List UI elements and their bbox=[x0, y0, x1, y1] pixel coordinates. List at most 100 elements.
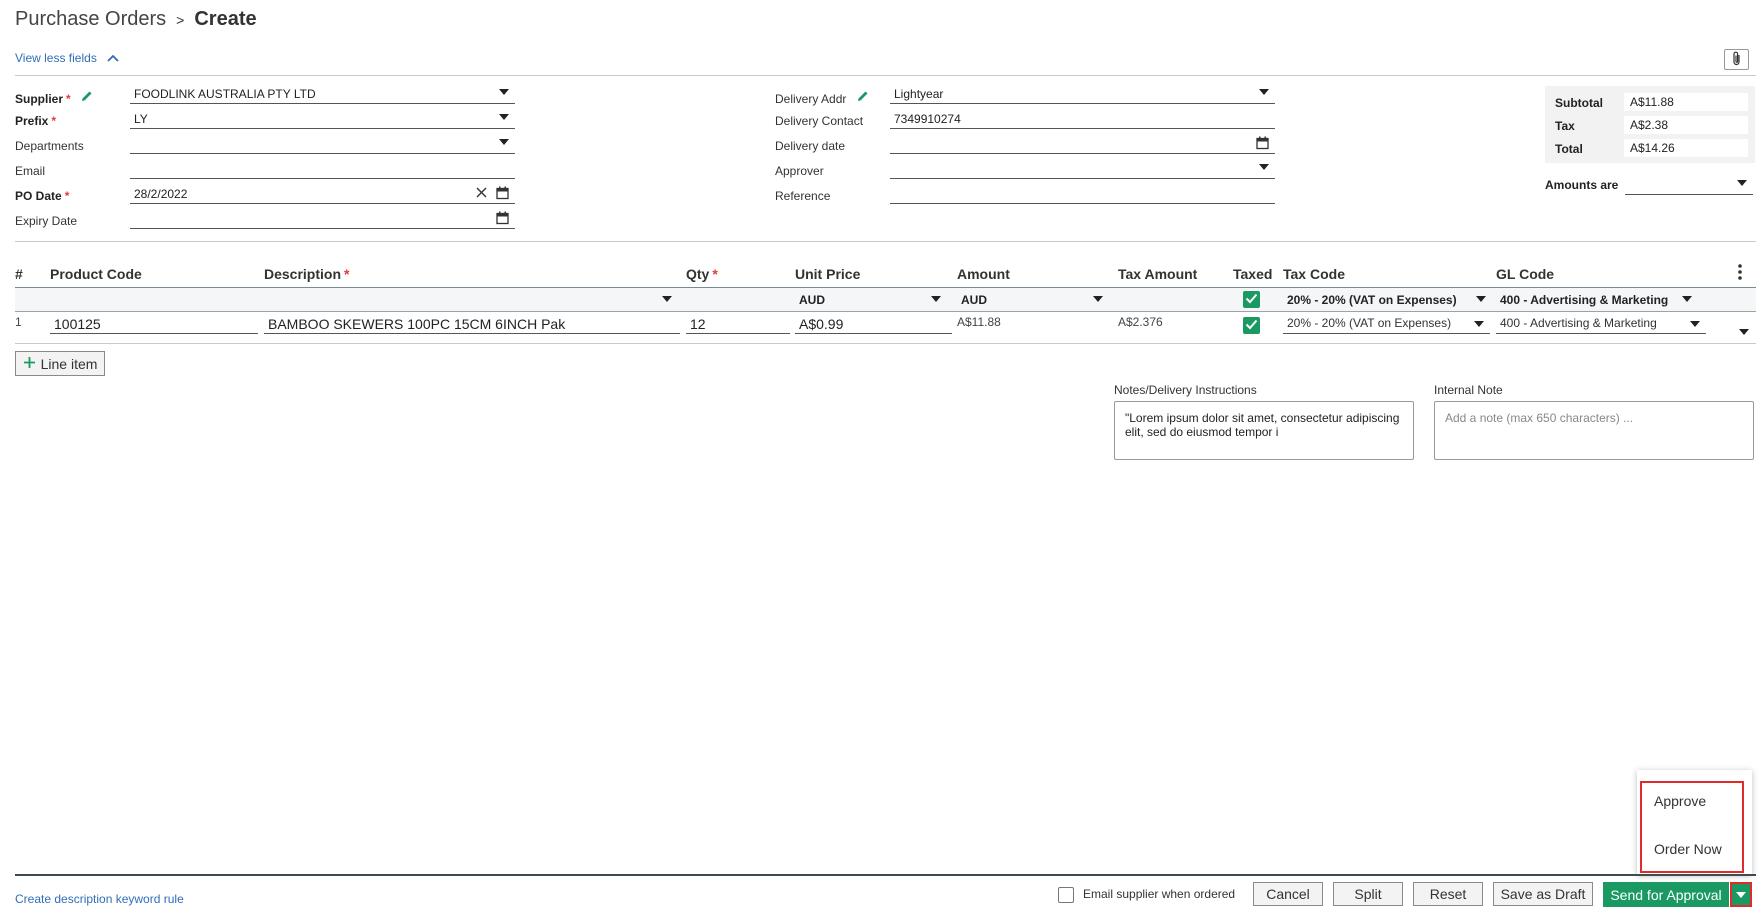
internal-note-label: Internal Note bbox=[1434, 383, 1503, 397]
order-now-menu-item[interactable]: Order Now bbox=[1654, 841, 1722, 857]
caret-down-icon bbox=[1259, 164, 1269, 170]
description-input[interactable]: BAMBOO SKEWERS 100PC 15CM 6INCH Pak bbox=[264, 313, 680, 334]
col-header-taxed: Taxed bbox=[1233, 266, 1273, 282]
col-header-product-code: Product Code bbox=[50, 266, 142, 282]
product-code-input[interactable]: 100125 bbox=[50, 313, 258, 334]
calendar-icon[interactable] bbox=[496, 211, 509, 228]
subtotal-label: Subtotal bbox=[1555, 96, 1603, 110]
caret-down-icon bbox=[1739, 329, 1749, 335]
page-title: Create bbox=[194, 8, 257, 30]
caret-down-icon bbox=[1690, 321, 1700, 327]
departments-select[interactable] bbox=[130, 134, 515, 154]
create-keyword-rule-link[interactable]: Create description keyword rule bbox=[15, 892, 184, 906]
col-header-gl-code: GL Code bbox=[1496, 266, 1555, 282]
caret-down-icon bbox=[1737, 180, 1747, 186]
caret-down-icon bbox=[1682, 296, 1692, 302]
internal-note-textarea[interactable]: Add a note (max 650 characters) ... bbox=[1434, 401, 1754, 460]
reset-button[interactable]: Reset bbox=[1413, 882, 1483, 906]
attach-button[interactable] bbox=[1724, 49, 1749, 70]
caret-down-icon bbox=[1474, 321, 1484, 327]
caret-down-icon bbox=[499, 114, 509, 120]
row-expand-button[interactable] bbox=[1739, 324, 1749, 338]
calendar-icon[interactable] bbox=[496, 186, 509, 203]
tax-code-select[interactable]: 20% - 20% (VAT on Expenses) bbox=[1283, 313, 1490, 334]
description-default-select[interactable] bbox=[264, 287, 676, 312]
kebab-icon[interactable] bbox=[1737, 263, 1743, 284]
caret-down-icon bbox=[499, 89, 509, 95]
expiry-date-label: Expiry Date bbox=[15, 214, 78, 228]
departments-label: Departments bbox=[15, 139, 84, 153]
taxed-checkbox[interactable] bbox=[1243, 317, 1260, 334]
send-for-approval-button[interactable]: Send for Approval bbox=[1603, 882, 1729, 907]
total-value: A$14.26 bbox=[1624, 139, 1748, 157]
add-line-item-label: Line item bbox=[40, 355, 98, 372]
taxed-default-checkbox[interactable] bbox=[1243, 291, 1260, 308]
checkmark-icon bbox=[1245, 293, 1258, 307]
po-date-field[interactable]: 28/2/2022 bbox=[130, 184, 515, 204]
reference-field[interactable] bbox=[890, 184, 1275, 204]
qty-input[interactable]: 12 bbox=[686, 313, 790, 334]
split-button[interactable]: Split bbox=[1333, 882, 1403, 906]
breadcrumb-separator: > bbox=[176, 11, 185, 28]
caret-down-icon bbox=[1736, 891, 1746, 898]
col-header-qty: Qty * bbox=[686, 266, 718, 282]
totals-panel: Subtotal A$11.88 Tax A$2.38 Total A$14.2… bbox=[1545, 86, 1755, 163]
pencil-icon[interactable] bbox=[80, 91, 94, 106]
pencil-icon[interactable] bbox=[856, 91, 870, 106]
caret-down-icon bbox=[662, 296, 672, 302]
send-options-toggle[interactable] bbox=[1730, 882, 1752, 907]
add-line-item-button[interactable]: Line item bbox=[15, 351, 105, 376]
gl-code-default-select[interactable]: 400 - Advertising & Marketing bbox=[1496, 287, 1696, 312]
breadcrumb: Purchase Orders > Create bbox=[15, 8, 257, 31]
caret-down-icon bbox=[931, 296, 941, 302]
col-header-num: # bbox=[15, 266, 23, 282]
unit-price-currency-select[interactable]: AUD bbox=[795, 287, 945, 312]
tax-value: A$2.38 bbox=[1624, 116, 1748, 134]
delivery-notes-label: Notes/Delivery Instructions bbox=[1114, 383, 1257, 397]
calendar-icon[interactable] bbox=[1256, 136, 1269, 153]
cancel-button[interactable]: Cancel bbox=[1253, 882, 1323, 906]
delivery-notes-textarea[interactable]: "Lorem ipsum dolor sit amet, consectetur… bbox=[1114, 401, 1414, 460]
delivery-addr-select[interactable]: Lightyear bbox=[890, 84, 1275, 104]
breadcrumb-parent[interactable]: Purchase Orders bbox=[15, 8, 166, 31]
amounts-are-select[interactable] bbox=[1625, 175, 1753, 195]
email-label: Email bbox=[15, 164, 46, 178]
tax-code-default-select[interactable]: 20% - 20% (VAT on Expenses) bbox=[1283, 287, 1490, 312]
delivery-addr-label: Delivery Addr bbox=[775, 89, 870, 106]
col-header-unit-price: Unit Price bbox=[795, 266, 861, 282]
email-field[interactable] bbox=[130, 159, 515, 179]
row-divider bbox=[15, 343, 1756, 344]
approval-options-menu: Approve Order Now bbox=[1637, 770, 1752, 875]
supplier-label: Supplier * bbox=[15, 89, 94, 106]
paperclip-icon bbox=[1732, 51, 1742, 69]
supplier-select[interactable]: FOODLINK AUSTRALIA PTY LTD bbox=[130, 84, 515, 104]
total-label: Total bbox=[1555, 142, 1583, 156]
prefix-select[interactable]: LY bbox=[130, 109, 515, 129]
unit-price-input[interactable]: A$0.99 bbox=[795, 313, 952, 334]
save-draft-button[interactable]: Save as Draft bbox=[1493, 882, 1593, 906]
view-less-fields-toggle[interactable]: View less fields bbox=[15, 51, 119, 65]
po-date-label: PO Date * bbox=[15, 189, 70, 203]
delivery-contact-field[interactable]: 7349910274 bbox=[890, 109, 1275, 129]
caret-down-icon bbox=[1259, 89, 1269, 95]
expiry-date-field[interactable] bbox=[130, 209, 515, 229]
caret-down-icon bbox=[1476, 296, 1486, 302]
delivery-date-field[interactable] bbox=[890, 134, 1275, 154]
header-divider bbox=[15, 75, 1756, 76]
plus-icon bbox=[23, 356, 36, 372]
gl-code-select[interactable]: 400 - Advertising & Marketing bbox=[1496, 313, 1706, 334]
prefix-label: Prefix * bbox=[15, 114, 57, 128]
col-header-amount: Amount bbox=[957, 266, 1010, 282]
amount-currency-select[interactable]: AUD bbox=[957, 287, 1107, 312]
amount-value: A$11.88 bbox=[957, 315, 1001, 329]
approve-menu-item[interactable]: Approve bbox=[1654, 793, 1706, 809]
delivery-date-label: Delivery date bbox=[775, 139, 846, 153]
row-number: 1 bbox=[15, 315, 22, 329]
col-header-tax-amount: Tax Amount bbox=[1118, 266, 1198, 282]
email-supplier-checkbox[interactable] bbox=[1058, 887, 1074, 903]
caret-down-icon bbox=[1093, 296, 1103, 302]
approver-select[interactable] bbox=[890, 159, 1275, 179]
close-icon[interactable] bbox=[476, 187, 487, 201]
subtotal-value: A$11.88 bbox=[1624, 93, 1748, 111]
delivery-contact-label: Delivery Contact bbox=[775, 114, 864, 128]
